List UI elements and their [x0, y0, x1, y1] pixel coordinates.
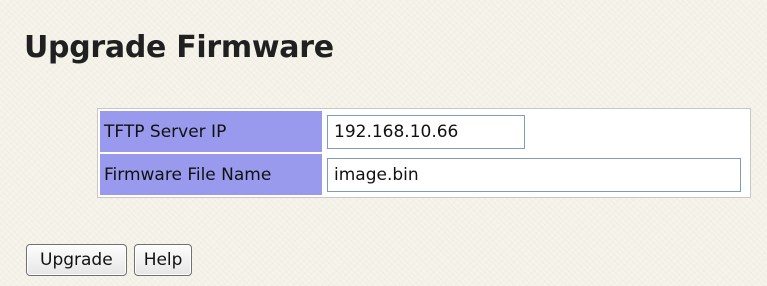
firmware-file-name-label: Firmware File Name [100, 154, 322, 195]
tftp-server-ip-cell [322, 111, 748, 152]
firmware-settings-table: TFTP Server IP Firmware File Name [97, 108, 751, 198]
button-bar: Upgrade Help [26, 244, 193, 276]
tftp-server-ip-input[interactable] [327, 114, 525, 149]
upgrade-button[interactable]: Upgrade [26, 244, 127, 276]
firmware-file-name-row: Firmware File Name [100, 154, 748, 195]
tftp-server-ip-row: TFTP Server IP [100, 111, 748, 152]
firmware-file-name-input[interactable] [327, 157, 741, 192]
page-title: Upgrade Firmware [24, 30, 334, 65]
firmware-file-name-cell [322, 154, 748, 195]
tftp-server-ip-label: TFTP Server IP [100, 111, 322, 152]
help-button[interactable]: Help [133, 244, 193, 276]
